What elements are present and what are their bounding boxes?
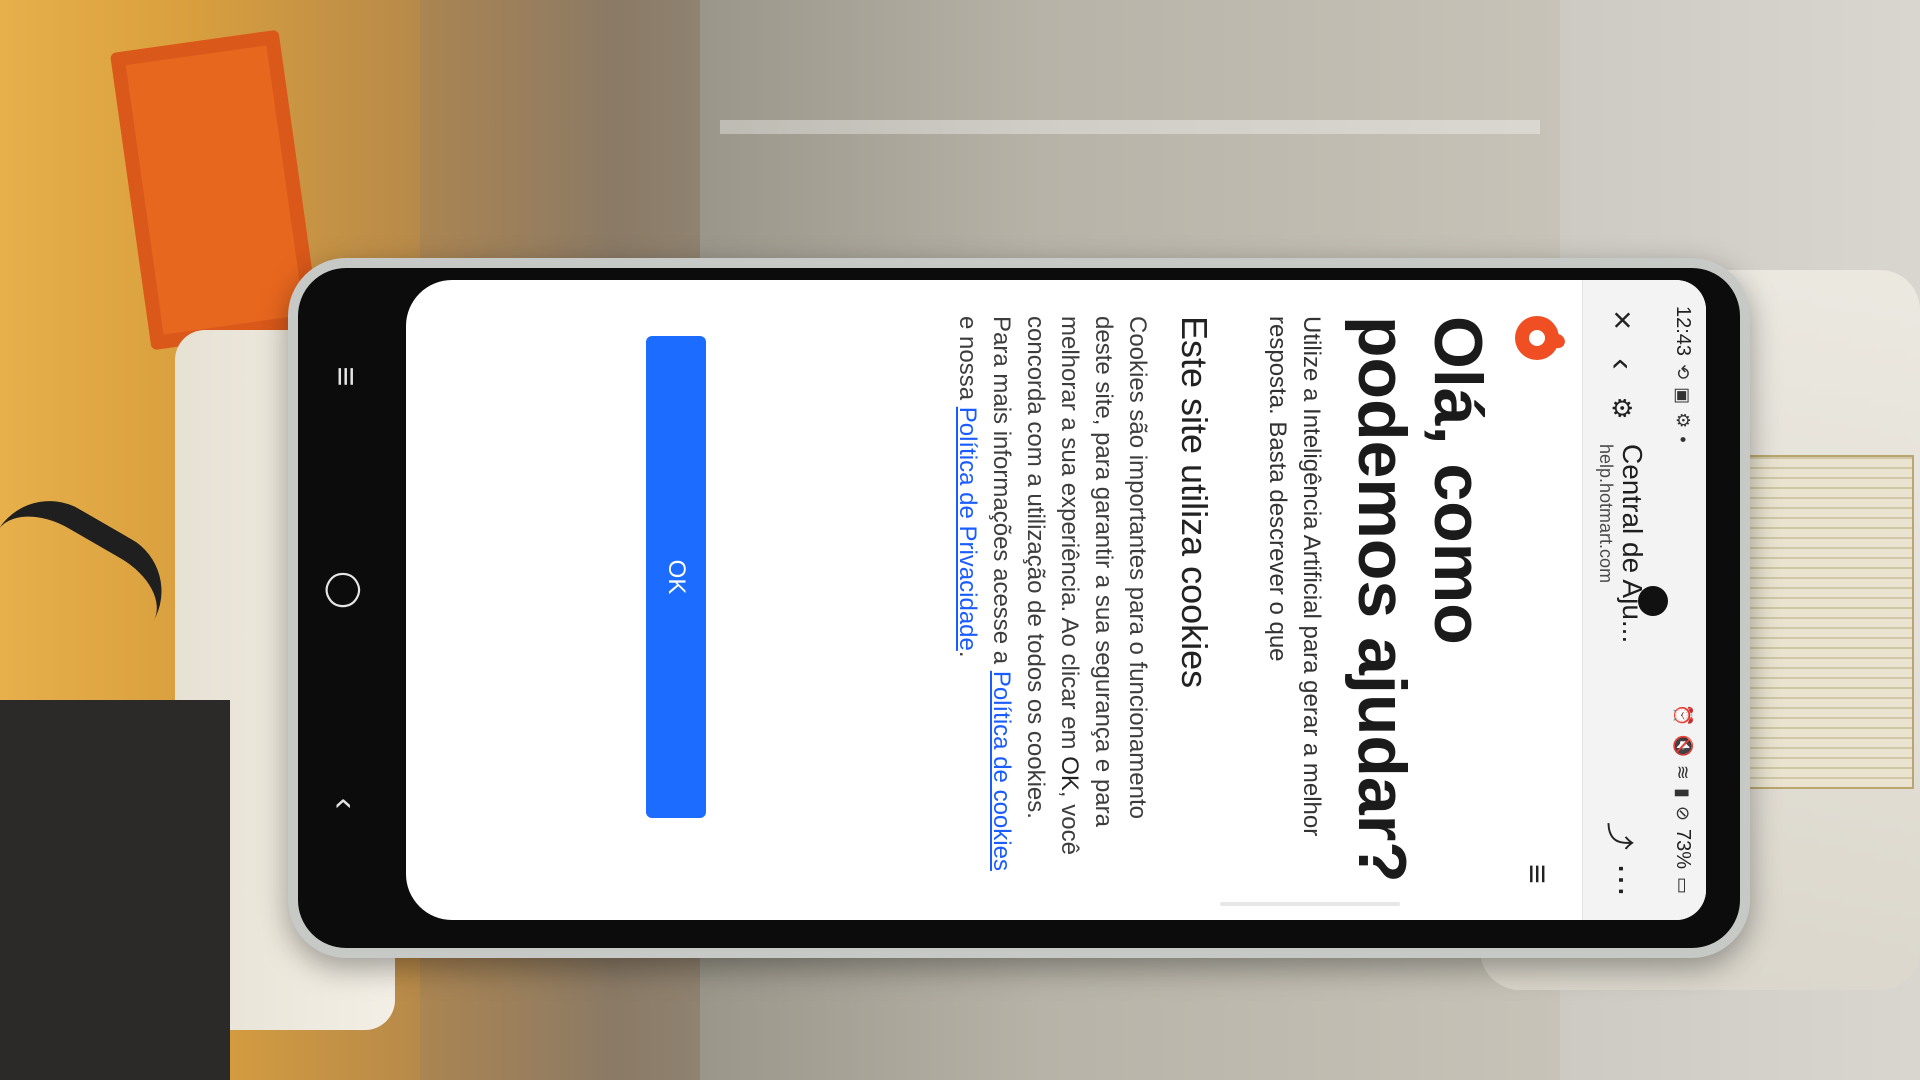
android-nav-bar: ≡ ◯ ‹ bbox=[290, 270, 400, 910]
more-options-icon[interactable]: ⋯ bbox=[1600, 858, 1644, 902]
home-button[interactable]: ◯ bbox=[325, 571, 365, 609]
hero-section: Olá, como podemos ajudar? Utilize a Inte… bbox=[1260, 316, 1496, 896]
battery-icon: ▭ bbox=[1673, 876, 1694, 894]
front-camera bbox=[1638, 586, 1668, 616]
background-stripe bbox=[720, 120, 1540, 134]
hamburger-menu-icon[interactable]: ≡ bbox=[1518, 864, 1557, 884]
signal-icon: ▮ bbox=[1673, 787, 1694, 798]
back-button[interactable]: ‹ bbox=[325, 798, 364, 809]
no-disturb-icon: ⊘ bbox=[1673, 805, 1694, 821]
status-left: 12:43 ⟲ ▣ ⚙ • bbox=[1672, 306, 1695, 443]
site-settings-icon[interactable]: ⚙ bbox=[1600, 386, 1644, 430]
cookie-ok-button[interactable]: OK bbox=[646, 336, 706, 818]
hero-heading: Olá, como podemos ajudar? bbox=[1344, 316, 1496, 883]
share-icon[interactable]: ⤴ bbox=[1600, 814, 1644, 858]
cookie-text-part: e nossa bbox=[954, 316, 981, 407]
status-right: ⏰ 🔇 ≋ ▮ ⊘ 73% ▭ bbox=[1672, 704, 1695, 894]
page-title: Central de Aju... bbox=[1617, 444, 1648, 644]
status-time: 12:43 bbox=[1672, 306, 1695, 357]
mute-icon: 🔇 bbox=[1673, 734, 1694, 757]
browser-title-block[interactable]: Central de Aju... help.hotmart.com bbox=[1595, 444, 1648, 814]
gear-icon: ⚙ bbox=[1673, 412, 1694, 429]
cookie-banner: Este site utiliza cookies Cookies são im… bbox=[950, 316, 1216, 876]
cookie-ok-word: OK bbox=[1056, 756, 1083, 791]
cookie-text-part: . bbox=[954, 650, 981, 658]
recents-button[interactable]: ≡ bbox=[326, 367, 365, 387]
battery-level: 73% bbox=[1672, 828, 1695, 869]
back-icon[interactable]: ‹ bbox=[1600, 342, 1644, 386]
background-black-box bbox=[0, 700, 230, 1080]
page-url: help.hotmart.com bbox=[1596, 444, 1616, 584]
hotmart-logo-icon[interactable] bbox=[1515, 316, 1567, 360]
cookie-title: Este site utiliza cookies bbox=[1174, 316, 1215, 689]
privacy-policy-link[interactable]: Política de Privacidade bbox=[954, 407, 981, 651]
site-header: ≡ bbox=[1492, 280, 1582, 920]
gesture-bar bbox=[1220, 902, 1400, 906]
warning-label bbox=[1745, 455, 1914, 789]
wifi-icon: ≋ bbox=[1673, 764, 1694, 780]
alarm-icon: ⏰ bbox=[1673, 704, 1694, 727]
cookie-text: Cookies são importantes para o funcionam… bbox=[950, 316, 1154, 876]
screen-content: 12:43 ⟲ ▣ ⚙ • ⏰ 🔇 ≋ ▮ ⊘ 73% ▭ × ‹ ⚙ Cent… bbox=[406, 280, 1706, 920]
cookie-policy-link[interactable]: Política de cookies bbox=[988, 671, 1015, 871]
phone-screen: 12:43 ⟲ ▣ ⚙ • ⏰ 🔇 ≋ ▮ ⊘ 73% ▭ × ‹ ⚙ Cent… bbox=[406, 280, 1706, 920]
image-icon: ▣ bbox=[1673, 387, 1694, 405]
hero-intro: Utilize a Inteligência Artificial para g… bbox=[1264, 316, 1325, 837]
sync-icon: ⟲ bbox=[1673, 364, 1694, 380]
dot-icon: • bbox=[1673, 436, 1694, 443]
close-icon[interactable]: × bbox=[1600, 298, 1644, 342]
cookie-text-part: Cookies são importantes para o funcionam… bbox=[1056, 316, 1151, 827]
